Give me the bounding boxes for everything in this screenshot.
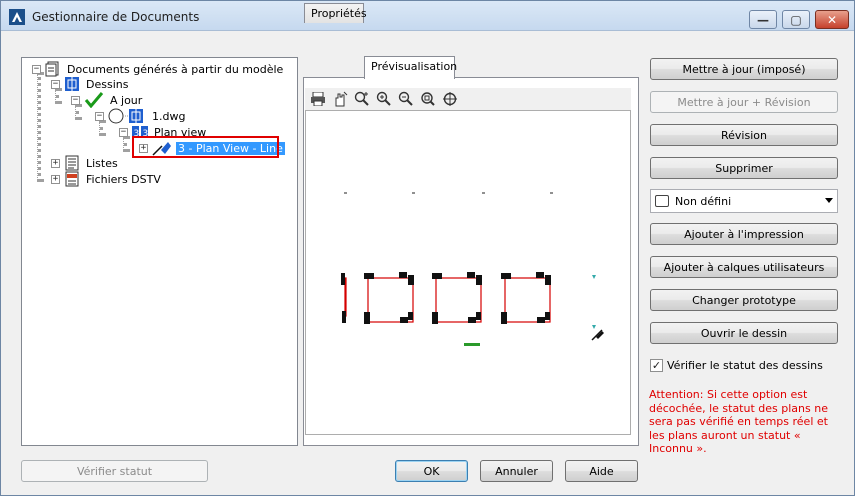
drawing-preview[interactable] — [305, 110, 631, 435]
combo-value: Non défini — [675, 194, 732, 208]
verify-status-checkbox-row[interactable]: ✓ Vérifier le statut des dessins — [650, 359, 823, 372]
expand-icon[interactable]: + — [51, 174, 60, 184]
maximize-icon: ▢ — [790, 12, 802, 27]
zoom-fit-icon[interactable] — [417, 89, 439, 109]
title-bar: Gestionnaire de Documents — ▢ ✕ — [1, 1, 854, 31]
close-button[interactable]: ✕ — [815, 10, 849, 29]
expand-icon[interactable]: + — [51, 158, 60, 168]
open-drawing-button[interactable]: Ouvrir le dessin — [650, 322, 838, 344]
zoom-all-icon[interactable] — [439, 89, 461, 109]
close-icon: ✕ — [826, 12, 838, 27]
tab-proprietes[interactable]: Propriétés — [304, 3, 367, 23]
tree-label-file: 1.dwg — [152, 109, 186, 123]
help-button[interactable]: Aide — [565, 460, 638, 482]
documents-icon — [45, 61, 61, 77]
pan-icon[interactable] — [329, 89, 351, 109]
tree-label-fichiers-dstv: Fichiers DSTV — [86, 172, 161, 186]
minimize-button[interactable]: — — [749, 10, 777, 29]
tree-label-a-jour: A jour — [110, 93, 143, 107]
maximize-button[interactable]: ▢ — [782, 10, 810, 29]
minimize-icon: — — [757, 12, 769, 27]
chevron-down-icon[interactable] — [825, 198, 833, 203]
collapse-icon[interactable]: − — [95, 111, 104, 121]
verify-status-button[interactable]: Vérifier statut — [21, 460, 208, 482]
collapse-icon[interactable]: − — [51, 79, 60, 89]
update-forced-button[interactable]: Mettre à jour (imposé) — [650, 58, 838, 80]
tree-node-file[interactable]: − 1.dwg — [95, 108, 187, 124]
delete-button[interactable]: Supprimer — [650, 157, 838, 179]
collapse-icon[interactable]: − — [119, 127, 128, 137]
file-icon — [108, 108, 146, 124]
preview-toolbar — [305, 88, 631, 110]
window-title: Gestionnaire de Documents — [32, 10, 200, 24]
revision-button[interactable]: Révision — [650, 124, 838, 146]
selection-highlight-frame — [132, 136, 279, 158]
collapse-icon[interactable]: − — [32, 64, 41, 74]
document-tree[interactable]: − Documents générés à partir du modèle −… — [21, 57, 298, 446]
color-swatch — [655, 195, 669, 207]
tree-label-listes: Listes — [86, 156, 118, 170]
add-user-layers-button[interactable]: Ajouter à calques utilisateurs — [650, 256, 838, 278]
tree-node-fichiers-dstv[interactable]: + Fichiers DSTV — [51, 171, 163, 187]
dstv-files-icon — [64, 171, 80, 187]
checkmark-icon — [84, 92, 104, 109]
collapse-icon[interactable]: − — [71, 95, 80, 105]
zoom-in-icon[interactable] — [373, 89, 395, 109]
cancel-button[interactable]: Annuler — [480, 460, 553, 482]
tree-node-a-jour[interactable]: − A jour — [71, 92, 144, 109]
ok-button[interactable]: OK — [395, 460, 468, 482]
change-prototype-button[interactable]: Changer prototype — [650, 289, 838, 311]
lists-icon — [64, 155, 80, 171]
tab-previsualisation[interactable]: Prévisualisation — [364, 56, 457, 79]
app-logo-icon — [9, 9, 25, 25]
zoom-selection-icon[interactable] — [351, 89, 373, 109]
verify-status-label: Vérifier le statut des dessins — [667, 359, 823, 372]
verify-status-checkbox[interactable]: ✓ — [650, 359, 663, 372]
update-revision-button[interactable]: Mettre à jour + Révision — [650, 91, 838, 113]
drawings-icon — [64, 76, 80, 92]
document-manager-window: Gestionnaire de Documents — ▢ ✕ − Docume… — [0, 0, 855, 496]
layer-combo[interactable]: Non défini — [650, 189, 838, 213]
printer-icon[interactable] — [307, 89, 329, 109]
zoom-out-icon[interactable] — [395, 89, 417, 109]
add-print-button[interactable]: Ajouter à l'impression — [650, 223, 838, 245]
tree-node-root[interactable]: − Documents générés à partir du modèle — [32, 61, 285, 77]
tree-node-dessins[interactable]: − Dessins — [51, 76, 130, 92]
tree-label-dessins: Dessins — [86, 77, 129, 91]
tree-label-root: Documents générés à partir du modèle — [67, 62, 284, 76]
warning-text: Attention: Si cette option est décochée,… — [649, 388, 828, 455]
tree-node-listes[interactable]: + Listes — [51, 155, 120, 171]
drawing-preview-canvas — [341, 192, 604, 346]
